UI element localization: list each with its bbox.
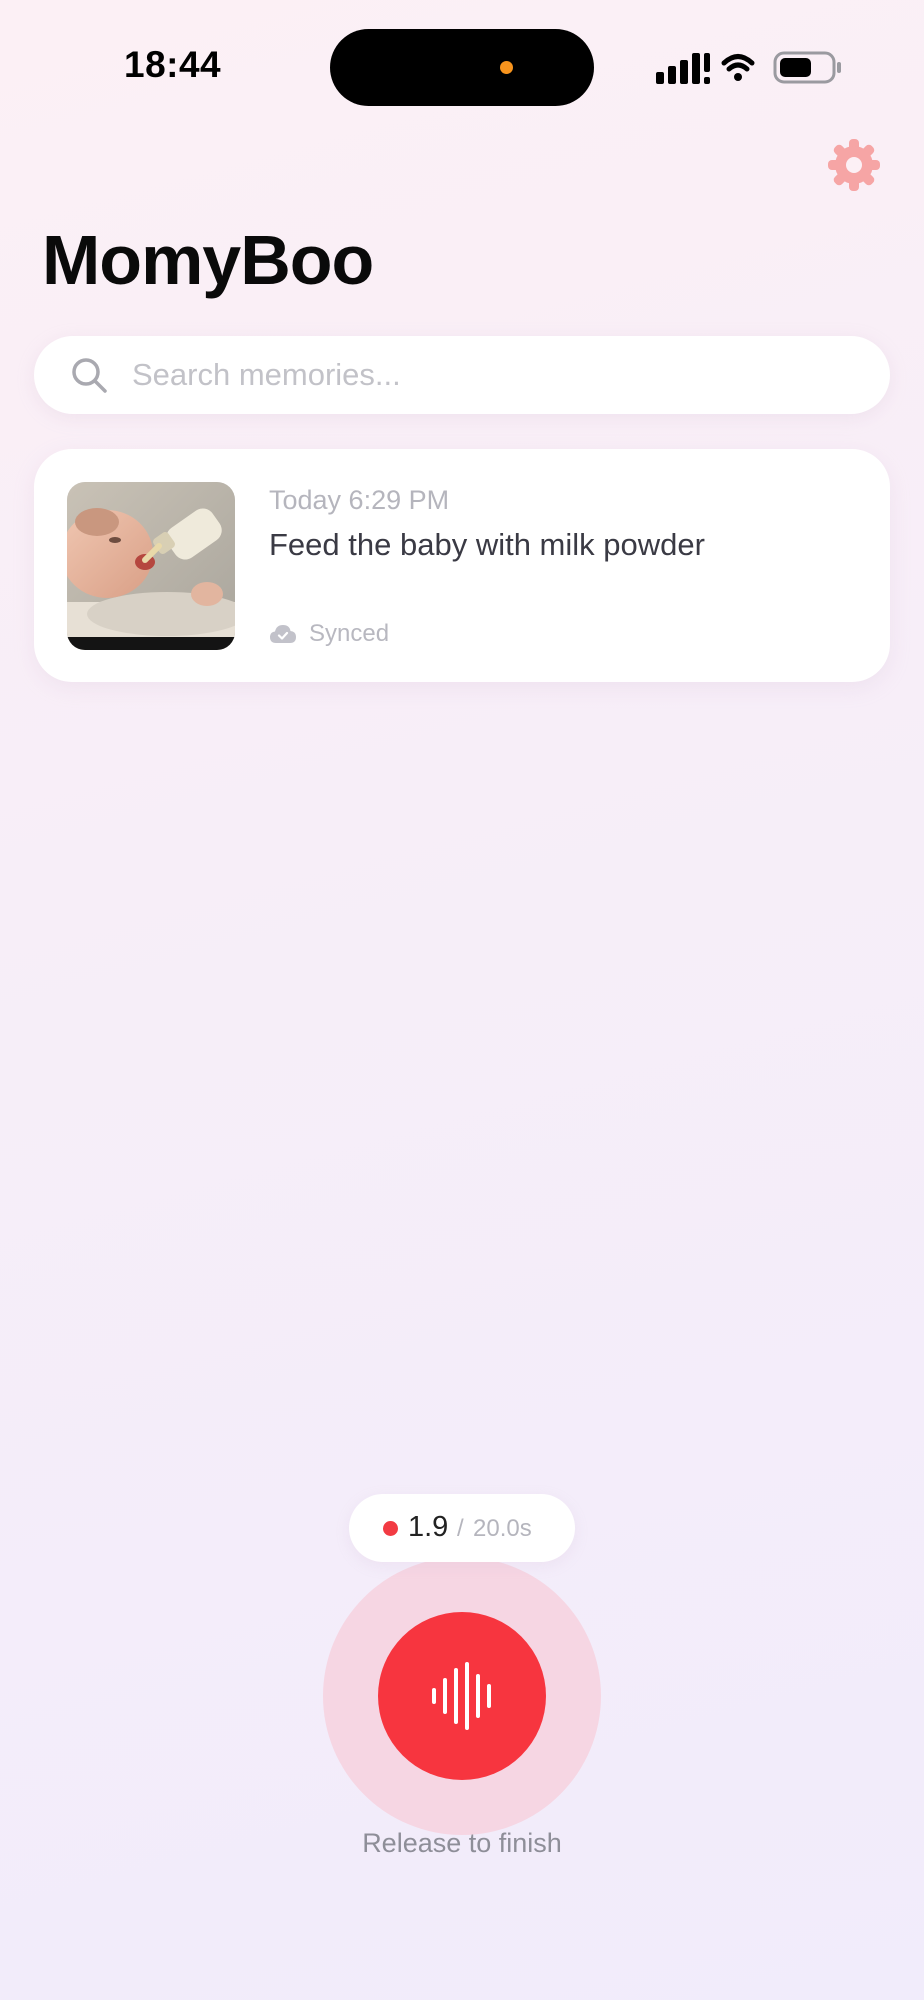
timer-elapsed: 1.9 [408,1511,449,1543]
baby-bottle-feeding-photo [67,482,235,650]
memory-date: Today 6:29 PM [269,485,450,515]
waveform-icon [432,1662,491,1730]
battery-icon [773,51,841,84]
cloud-check-icon [270,625,296,643]
status-bar: 18:44 [0,0,924,135]
wifi-icon [721,54,755,81]
timer-max-duration: 20.0s [473,1515,532,1542]
page-title: MomyBoo [42,221,374,299]
release-hint: Release to finish [362,1828,562,1858]
search-input[interactable] [126,336,862,414]
recording-timer: 1.9 / 20.0s [349,1494,575,1562]
search-bar[interactable] [34,336,890,414]
dynamic-island [330,29,594,106]
timer-separator: / [457,1515,464,1542]
recording-indicator-dot [383,1521,398,1536]
status-time: 18:44 [124,44,222,85]
sync-label: Synced [309,620,390,647]
memory-text: Feed the baby with milk powder [269,527,705,562]
status-icons [656,51,841,84]
cellular-signal-icon [656,53,710,84]
memory-card[interactable]: Today 6:29 PM Feed the baby with milk po… [34,449,890,682]
gear-icon[interactable] [826,137,882,193]
record-button[interactable] [378,1612,546,1780]
camera-indicator-dot [500,61,513,74]
memory-thumbnail [67,482,235,650]
search-icon [72,358,107,393]
